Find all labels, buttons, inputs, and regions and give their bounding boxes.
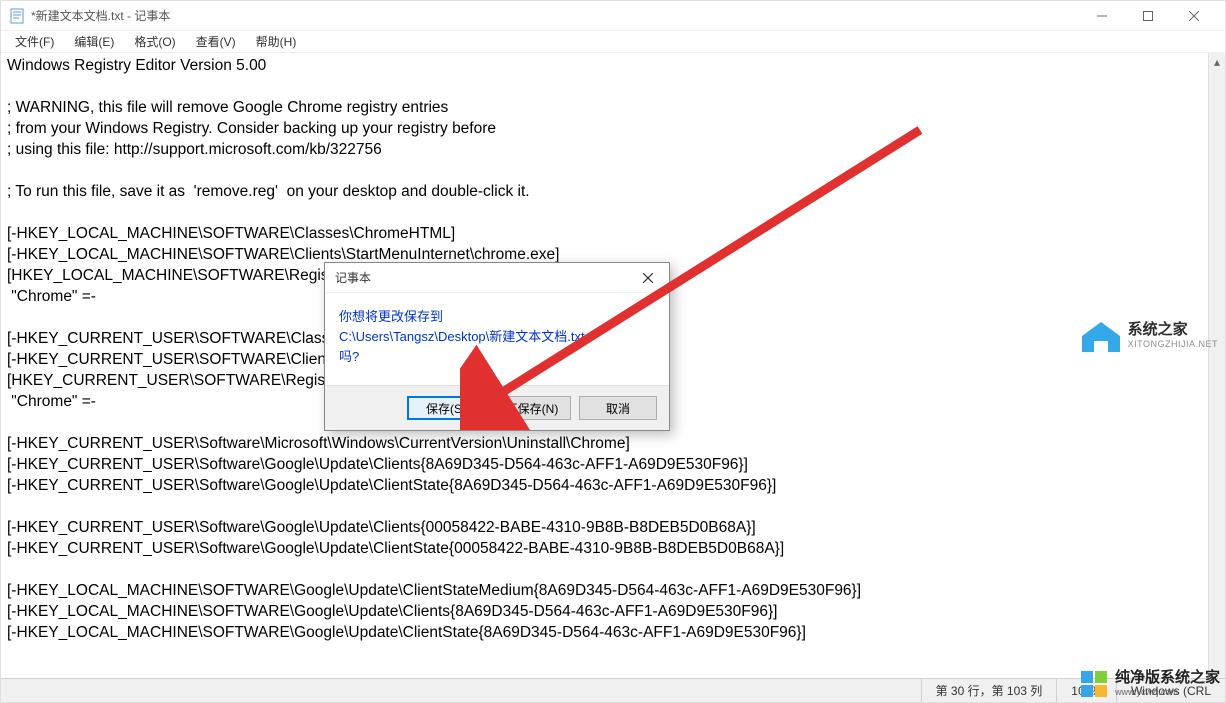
- dialog-footer: 保存(S) 不保存(N) 取消: [325, 385, 669, 430]
- dialog-message: 你想将更改保存到 C:\Users\Tangsz\Desktop\新建文本文档.…: [325, 293, 669, 385]
- menu-help[interactable]: 帮助(H): [248, 31, 305, 52]
- titlebar[interactable]: *新建文本文档.txt - 记事本: [1, 1, 1225, 31]
- window-controls: [1079, 1, 1217, 31]
- save-button[interactable]: 保存(S): [407, 396, 485, 420]
- windows-icon: [1081, 671, 1109, 699]
- dialog-line3: 吗?: [339, 347, 655, 367]
- vertical-scrollbar[interactable]: ▴: [1208, 53, 1225, 678]
- minimize-button[interactable]: [1079, 1, 1125, 31]
- dont-save-button[interactable]: 不保存(N): [493, 396, 571, 420]
- watermark1-sub: XITONGZHIJIA.NET: [1128, 337, 1218, 351]
- save-dialog: 记事本 你想将更改保存到 C:\Users\Tangsz\Desktop\新建文…: [324, 262, 670, 431]
- notepad-icon: [9, 8, 25, 24]
- dialog-close-button[interactable]: [627, 264, 669, 292]
- menu-file[interactable]: 文件(F): [7, 31, 62, 52]
- scroll-up-icon[interactable]: ▴: [1209, 53, 1225, 70]
- menubar: 文件(F) 编辑(E) 格式(O) 查看(V) 帮助(H): [1, 31, 1225, 53]
- window-title: *新建文本文档.txt - 记事本: [31, 7, 1079, 24]
- dialog-line2: C:\Users\Tangsz\Desktop\新建文本文档.txt: [339, 327, 655, 347]
- cancel-button[interactable]: 取消: [579, 396, 657, 420]
- menu-edit[interactable]: 编辑(E): [66, 31, 122, 52]
- close-button[interactable]: [1171, 1, 1217, 31]
- watermark-ycwzj: 纯净版系统之家 www.ycwzj.com: [1081, 671, 1220, 699]
- statusbar: 第 30 行，第 103 列 100% Windows (CRL: [1, 678, 1225, 702]
- status-position: 第 30 行，第 103 列: [921, 679, 1057, 702]
- house-icon: [1080, 320, 1122, 354]
- watermark2-title: 纯净版系统之家: [1115, 671, 1220, 685]
- dialog-line1: 你想将更改保存到: [339, 307, 655, 327]
- watermark-xitongzhijia: 系统之家 XITONGZHIJIA.NET: [1080, 320, 1218, 354]
- maximize-button[interactable]: [1125, 1, 1171, 31]
- watermark1-title: 系统之家: [1128, 323, 1218, 337]
- dialog-titlebar[interactable]: 记事本: [325, 263, 669, 293]
- dialog-title: 记事本: [335, 269, 371, 286]
- menu-view[interactable]: 查看(V): [188, 31, 244, 52]
- menu-format[interactable]: 格式(O): [126, 31, 183, 52]
- watermark2-sub: www.ycwzj.com: [1115, 685, 1220, 699]
